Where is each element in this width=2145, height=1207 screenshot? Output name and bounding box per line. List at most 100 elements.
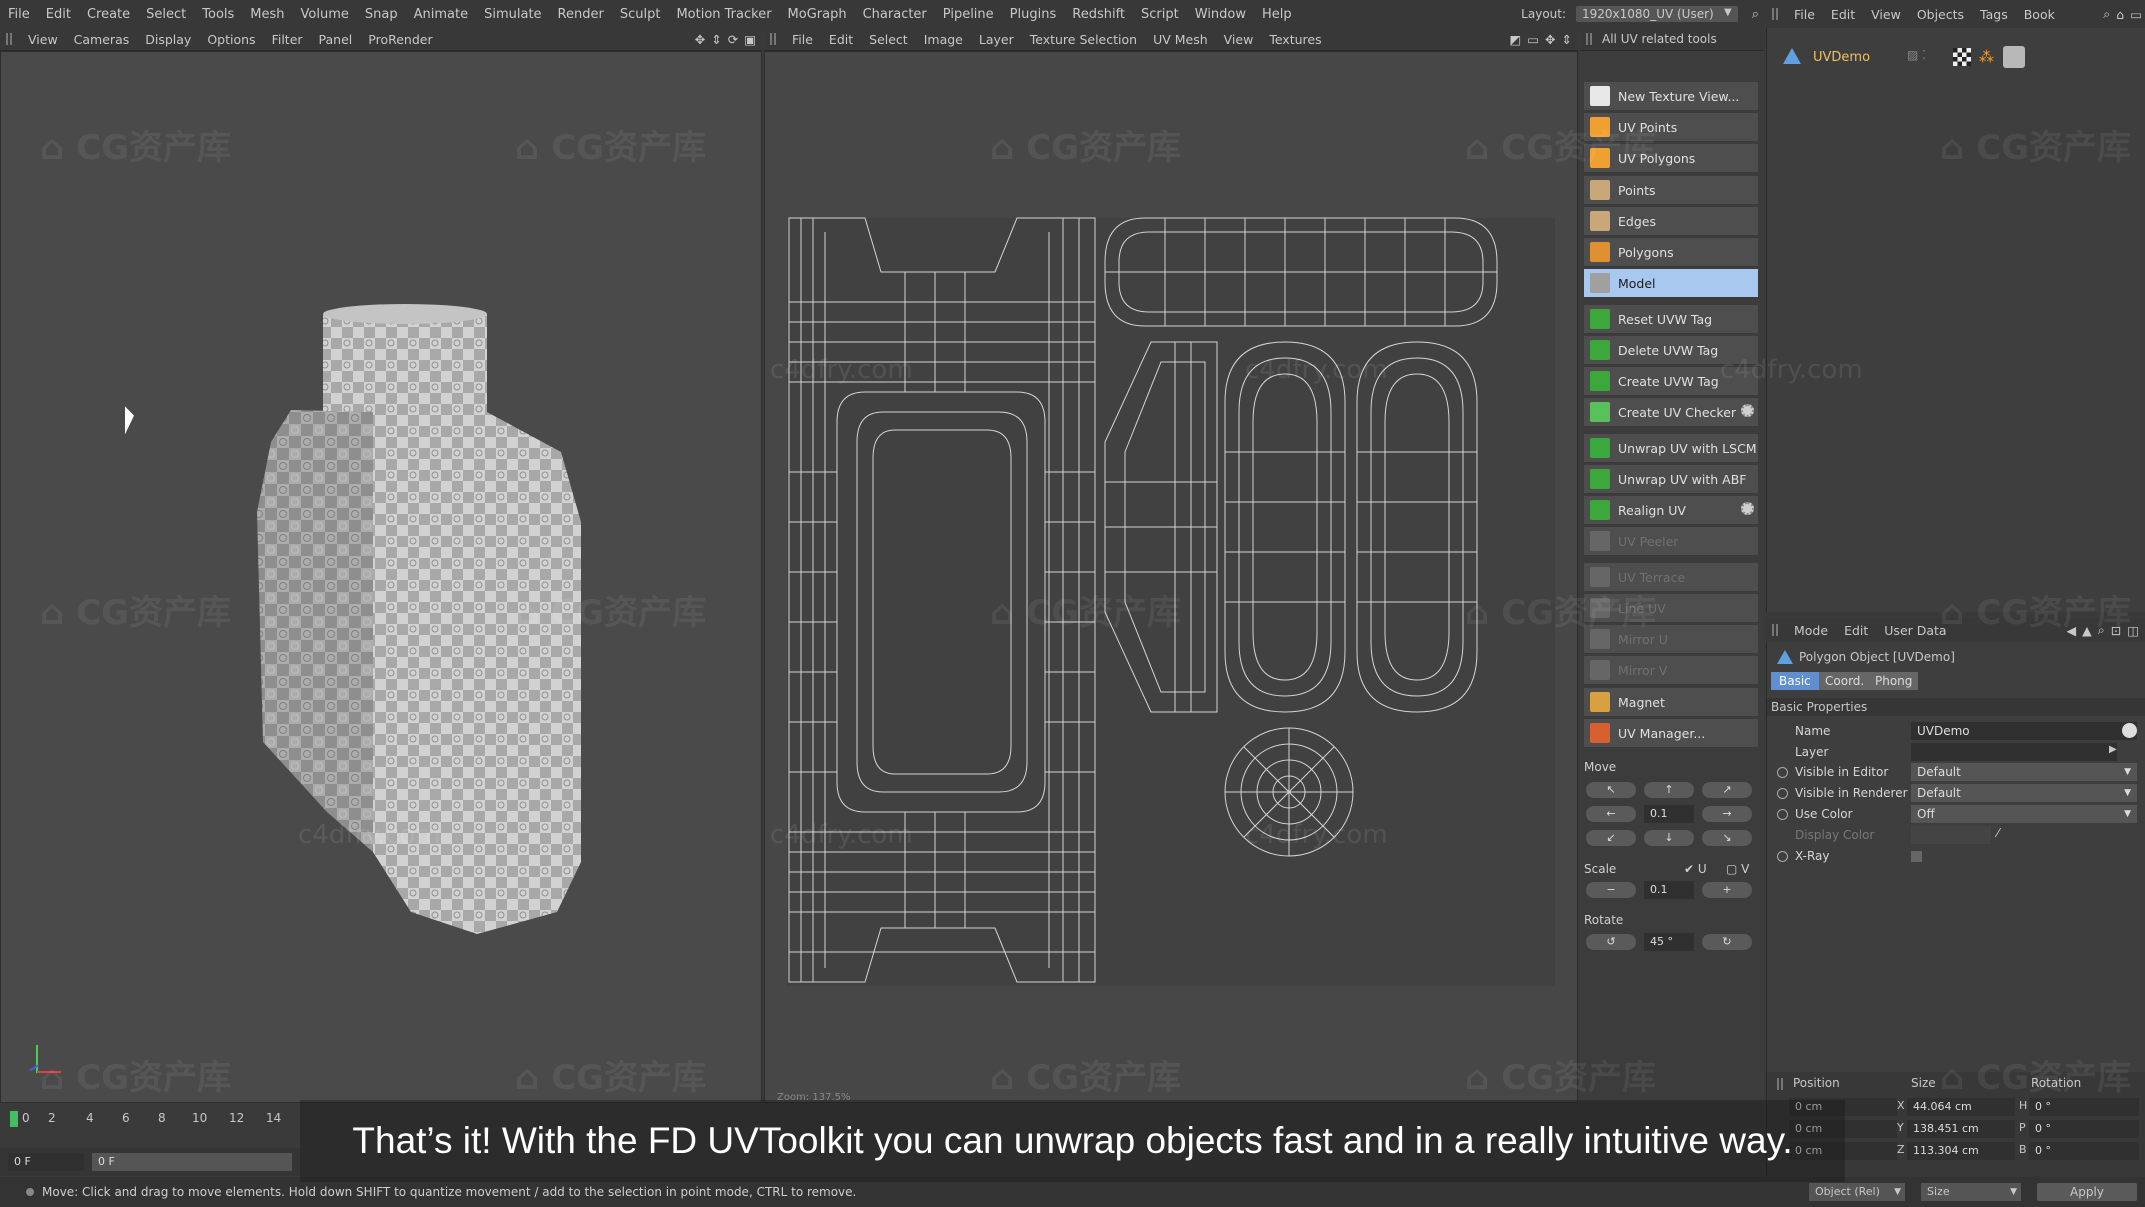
tab-coord[interactable]: Coord. [1819,672,1871,690]
obj-menu-edit[interactable]: Edit [1831,7,1855,22]
tool-mirror-v-button[interactable]: Mirror V [1584,656,1758,685]
tab-phong[interactable]: Phong [1869,672,1919,690]
menu-animate[interactable]: Animate [414,7,468,22]
panel-grip-icon[interactable] [1772,624,1780,636]
xray-checkbox[interactable] [1911,851,1922,862]
tool-unwrap-uv-with-abf-button[interactable]: Unwrap UV with ABF [1584,465,1758,494]
tool-polygons-button[interactable]: Polygons [1584,238,1758,267]
rotation-b-input[interactable]: 0 ° [2029,1142,2139,1160]
xray-radio[interactable] [1777,851,1788,862]
menu-mograph[interactable]: MoGraph [788,7,847,22]
viewport-menu-prorender[interactable]: ProRender [368,32,432,47]
menu-pipeline[interactable]: Pipeline [943,7,994,22]
playhead[interactable] [10,1111,18,1127]
apply-button[interactable]: Apply [2037,1183,2137,1201]
obj-menu-objects[interactable]: Objects [1917,7,1964,22]
rotate-view-icon[interactable]: ⟳ [728,32,738,47]
move-view-icon[interactable]: ✥ [1545,32,1555,47]
layer-field[interactable] [1911,743,2117,761]
scale-v-checkbox[interactable]: ▢ V [1726,862,1749,876]
panel-grip-icon[interactable] [1586,33,1594,45]
menu-help[interactable]: Help [1262,7,1292,22]
tool-model-button[interactable]: Model [1584,269,1758,298]
object-row-uvdemo[interactable]: UVDemo ▨ ⁚ ⁂ [1767,44,2145,70]
obj-menu-file[interactable]: File [1794,7,1815,22]
menu-file[interactable]: File [8,7,30,22]
panel-grip-icon[interactable] [6,33,14,45]
size-z-input[interactable]: 113.304 cm [1907,1142,2015,1160]
scale-step-input[interactable]: 0.1 [1644,881,1694,899]
obj-menu-tags[interactable]: Tags [1980,7,2008,22]
menu-window[interactable]: Window [1195,7,1246,22]
uv-menu-uv-mesh[interactable]: UV Mesh [1153,32,1208,47]
menu-mesh[interactable]: Mesh [250,7,284,22]
minimize-icon[interactable]: ▭ [2130,7,2142,22]
visible-editor-select[interactable]: Default ▼ [1911,763,2137,781]
menu-simulate[interactable]: Simulate [484,7,541,22]
menu-render[interactable]: Render [558,7,604,22]
menu-character[interactable]: Character [863,7,927,22]
rotate-ccw-button[interactable]: ↺ [1586,934,1636,950]
layer-arrow-icon[interactable]: ▶ [2109,744,2117,755]
tool-create-uv-checker-button[interactable]: Create UV Checker [1584,398,1758,427]
size-mode-select[interactable]: Size ▼ [1921,1183,2021,1201]
home-icon[interactable]: ⌂ [2116,7,2124,22]
menu-sculpt[interactable]: Sculpt [620,7,661,22]
panel-grip-icon[interactable] [770,33,778,45]
rotate-cw-button[interactable]: ↻ [1702,934,1752,950]
menu-script[interactable]: Script [1141,7,1179,22]
menu-volume[interactable]: Volume [301,7,349,22]
uv-menu-edit[interactable]: Edit [829,32,853,47]
visible-editor-radio[interactable] [1777,767,1788,778]
uv-menu-layer[interactable]: Layer [979,32,1014,47]
move-right-button[interactable]: → [1702,806,1752,822]
menu-tools[interactable]: Tools [202,7,234,22]
attr-menu-mode[interactable]: Mode [1794,623,1828,638]
maximize-view-icon[interactable]: ▣ [744,32,756,47]
obj-menu-view[interactable]: View [1871,7,1901,22]
current-frame-input[interactable]: 0 F [8,1153,84,1171]
viewport-menu-options[interactable]: Options [207,32,255,47]
frame-range-slider[interactable]: 0 F [92,1153,292,1171]
uvw-tag-icon[interactable]: ⁂ [1979,48,1994,66]
viewport-menu-panel[interactable]: Panel [319,32,353,47]
move-view-icon[interactable]: ✥ [695,32,705,47]
scale-down-button[interactable]: − [1586,882,1636,898]
panel-grip-icon[interactable] [1772,8,1780,20]
display-color-swatch[interactable] [1911,826,1991,844]
viewport-menu-filter[interactable]: Filter [272,32,303,47]
move-up-right-button[interactable]: ↗ [1702,782,1752,798]
menu-select[interactable]: Select [146,7,186,22]
tool-realign-uv-button[interactable]: Realign UV [1584,496,1758,525]
tab-basic[interactable]: Basic [1771,672,1819,690]
fit-view-icon[interactable]: ◩ [1509,32,1521,47]
gear-icon[interactable] [1741,404,1754,417]
rotation-p-input[interactable]: 0 ° [2029,1120,2139,1138]
panel-grip-icon[interactable] [1777,1078,1785,1090]
tool-uv-manager-button[interactable]: UV Manager... [1584,719,1758,748]
tool-uv-peeler-button[interactable]: UV Peeler [1584,527,1758,556]
uv-menu-file[interactable]: File [792,32,813,47]
move-down-right-button[interactable]: ↘ [1702,830,1752,846]
gear-icon[interactable] [1741,502,1754,515]
move-down-button[interactable]: ↓ [1644,830,1694,846]
uv-menu-texture-selection[interactable]: Texture Selection [1030,32,1137,47]
zoom-view-icon[interactable]: ▭ [1527,32,1539,47]
visible-renderer-select[interactable]: Default ▼ [1911,784,2137,802]
uv-menu-select[interactable]: Select [869,32,908,47]
menu-snap[interactable]: Snap [365,7,398,22]
move-step-input[interactable]: 0.1 [1644,805,1694,823]
attr-menu-edit[interactable]: Edit [1844,623,1868,638]
eyedropper-icon[interactable]: ⁄ [1997,826,1999,840]
move-down-left-button[interactable]: ↙ [1586,830,1636,846]
layout-dropdown[interactable]: 1920x1080_UV (User) ▼ [1576,6,1738,22]
visibility-dots-icon[interactable]: ▨ ⁚ [1907,48,1926,62]
scale-u-checkbox[interactable]: ✔ U [1684,862,1707,876]
size-x-input[interactable]: 44.064 cm [1907,1098,2015,1116]
uv-editor-canvas[interactable]: Zoom: 137.5% [764,51,1578,1103]
attr-menu-user-data[interactable]: User Data [1884,623,1946,638]
tool-points-button[interactable]: Points [1584,176,1758,205]
tool-unwrap-uv-with-lscm-button[interactable]: Unwrap UV with LSCM [1584,434,1758,463]
coord-mode-select[interactable]: Object (Rel) ▼ [1809,1183,1905,1201]
name-edit-icon[interactable] [2122,723,2137,738]
